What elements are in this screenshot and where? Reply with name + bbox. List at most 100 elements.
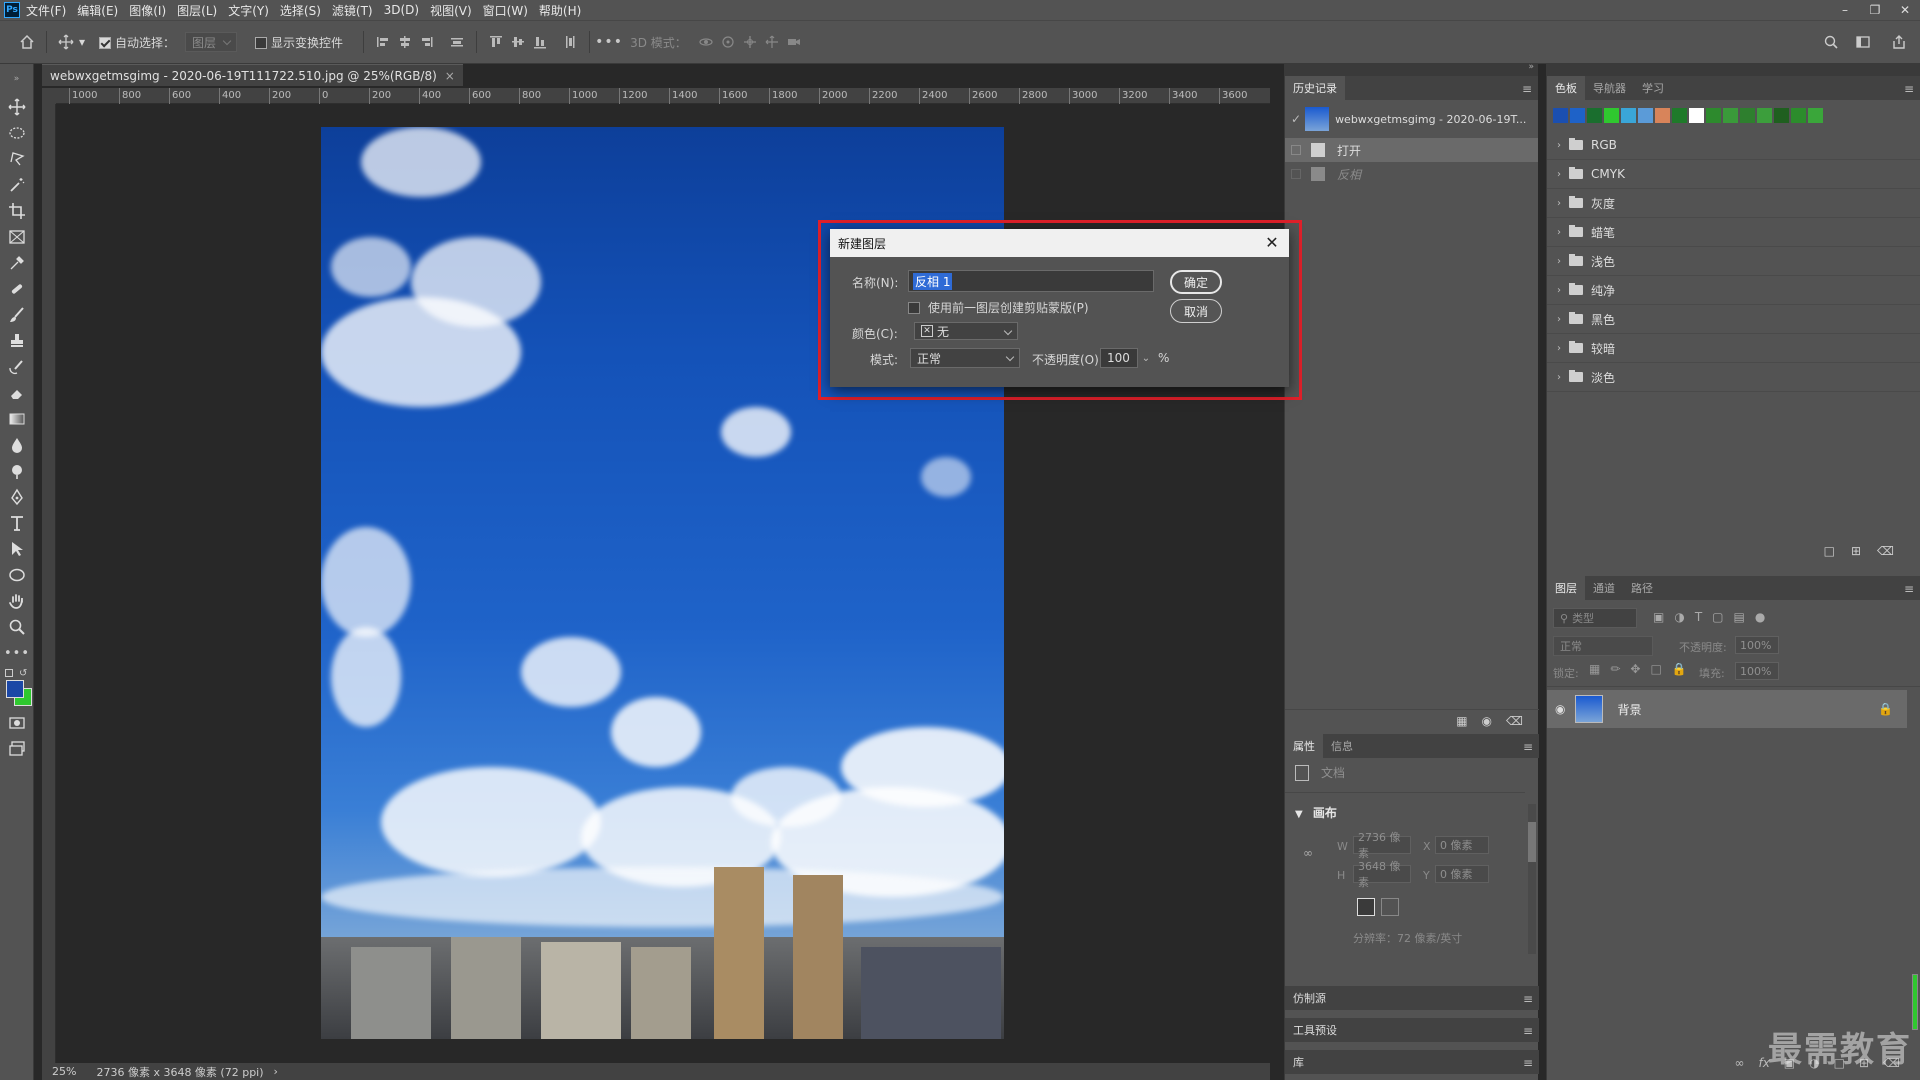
tab-libraries[interactable]: 库 [1285,1050,1312,1074]
clone-source-panel[interactable]: 仿制源 ≡ [1285,986,1539,1010]
swatch-group[interactable]: › 淡色 [1547,363,1920,392]
swatch-group[interactable]: › 黑色 [1547,305,1920,334]
lock-image-icon[interactable]: ✏ [1610,662,1620,676]
color-swatch[interactable] [1638,108,1653,123]
properties-scrollbar[interactable] [1528,804,1536,954]
color-swatch[interactable] [1757,108,1772,123]
auto-select-checkbox[interactable]: 自动选择： [99,34,175,51]
layer-row[interactable]: ◉ 背景 🔒 [1547,690,1907,728]
new-swatch-icon[interactable]: ⊞ [1851,544,1861,558]
toolbar-collapse-icon[interactable]: » [0,64,33,94]
align-center-icon[interactable] [394,31,416,53]
distribute-vertical-icon[interactable] [559,31,581,53]
layer-name-input[interactable]: 反相 1 [908,270,1154,292]
horizontal-ruler[interactable]: 1000 800 600 400 200 0 200 400 600 800 1… [56,88,1270,104]
tab-swatches[interactable]: 色板 [1547,76,1585,100]
menu-file[interactable]: 文件(F) [26,2,66,19]
magic-wand-tool-icon[interactable] [0,172,34,198]
color-swatch[interactable] [1808,108,1823,123]
chevron-right-icon[interactable]: › [1557,140,1561,151]
color-swatch[interactable] [1570,108,1585,123]
clone-stamp-tool-icon[interactable] [0,328,34,354]
path-selection-tool-icon[interactable] [0,536,34,562]
filter-toggle-icon[interactable]: ● [1755,610,1765,624]
chevron-right-icon[interactable]: › [1557,227,1561,238]
layer-opacity-field[interactable]: 100% [1735,636,1779,654]
chevron-down-icon[interactable]: ▼ [1295,809,1303,820]
history-brush-source-icon[interactable]: ✓ [1291,112,1301,126]
color-swatch[interactable] [1553,108,1568,123]
color-swatch[interactable] [1774,108,1789,123]
layer-filter-dropdown[interactable]: ⚲ 类型 [1553,608,1637,628]
chevron-right-icon[interactable]: › [1557,285,1561,296]
color-swatch[interactable] [1791,108,1806,123]
marquee-tool-icon[interactable] [0,120,34,146]
color-swatch[interactable] [1655,108,1670,123]
zoom-level[interactable]: 25% [52,1065,76,1078]
new-document-from-state-icon[interactable]: ▦ [1456,714,1467,728]
color-swatch[interactable] [1723,108,1738,123]
tab-learn[interactable]: 学习 [1634,76,1672,100]
type-layer-filter-icon[interactable]: T [1695,610,1702,624]
tab-channels[interactable]: 通道 [1585,576,1623,600]
pixel-layer-filter-icon[interactable]: ▣ [1653,610,1664,624]
color-swatch[interactable] [1587,108,1602,123]
libraries-panel[interactable]: 库 ≡ [1285,1050,1539,1074]
panel-menu-icon[interactable]: ≡ [1523,992,1533,1006]
landscape-orientation-icon[interactable] [1381,898,1399,916]
move-tool-icon[interactable] [55,31,77,53]
mode-dropdown[interactable]: 正常 [910,348,1020,368]
shape-layer-filter-icon[interactable]: ▢ [1712,610,1723,624]
tab-history[interactable]: 历史记录 [1285,76,1345,100]
lock-transparent-icon[interactable]: ▦ [1589,662,1600,676]
menu-help[interactable]: 帮助(H) [539,2,581,19]
history-step[interactable]: 反相 [1285,162,1538,186]
scroll-indicator[interactable] [1912,974,1918,1030]
screen-mode-icon[interactable] [0,736,34,762]
zoom-tool-icon[interactable] [0,614,34,640]
menu-filter[interactable]: 滤镜(T) [332,2,373,19]
edit-toolbar-icon[interactable]: ••• [0,640,34,666]
swatch-group[interactable]: › 浅色 [1547,247,1920,276]
color-dropdown[interactable]: ✕ 无 [914,322,1018,340]
swatch-group[interactable]: › RGB [1547,131,1920,160]
distribute-icon[interactable] [446,31,468,53]
menu-image[interactable]: 图像(I) [129,2,166,19]
share-icon[interactable] [1888,31,1910,53]
3d-slide-icon[interactable] [761,31,783,53]
color-swatch[interactable] [1672,108,1687,123]
swatch-group[interactable]: › 较暗 [1547,334,1920,363]
smart-object-filter-icon[interactable]: ▤ [1734,610,1745,624]
ok-button[interactable]: 确定 [1170,270,1222,294]
panel-menu-icon[interactable]: ≡ [1522,82,1532,96]
panel-menu-icon[interactable]: ≡ [1904,82,1914,96]
history-snapshot[interactable]: ✓ webwxgetmsgimg - 2020-06-19T... [1285,100,1538,138]
collapse-dock-icon[interactable]: » [1528,62,1534,72]
menu-select[interactable]: 选择(S) [280,2,321,19]
close-icon[interactable]: ✕ [1263,234,1281,252]
color-swatch[interactable] [1689,108,1704,123]
canvas-width-field[interactable]: 2736 像素 [1353,831,1411,860]
color-swatch[interactable] [1621,108,1636,123]
vertical-ruler[interactable] [42,104,56,1064]
panel-menu-icon[interactable]: ≡ [1523,740,1533,754]
tab-layers[interactable]: 图层 [1547,576,1585,600]
panel-menu-icon[interactable]: ≡ [1523,1056,1533,1070]
chevron-down-icon[interactable]: ▾ [79,35,85,49]
dodge-tool-icon[interactable] [0,458,34,484]
type-tool-icon[interactable] [0,510,34,536]
align-top-icon[interactable] [485,31,507,53]
close-window-icon[interactable]: ✕ [1890,0,1920,20]
frame-tool-icon[interactable] [0,224,34,250]
swatch-group[interactable]: › CMYK [1547,160,1920,189]
pen-tool-icon[interactable] [0,484,34,510]
blur-tool-icon[interactable] [0,432,34,458]
layer-fill-field[interactable]: 100% [1735,662,1779,680]
foreground-color-swatch[interactable] [6,680,24,698]
lock-position-icon[interactable]: ✥ [1630,662,1640,676]
workspace-icon[interactable] [1852,31,1874,53]
search-icon[interactable] [1820,31,1842,53]
chevron-right-icon[interactable]: › [1557,343,1561,354]
more-options-icon[interactable]: ••• [595,31,622,53]
minimize-icon[interactable]: – [1830,0,1860,20]
